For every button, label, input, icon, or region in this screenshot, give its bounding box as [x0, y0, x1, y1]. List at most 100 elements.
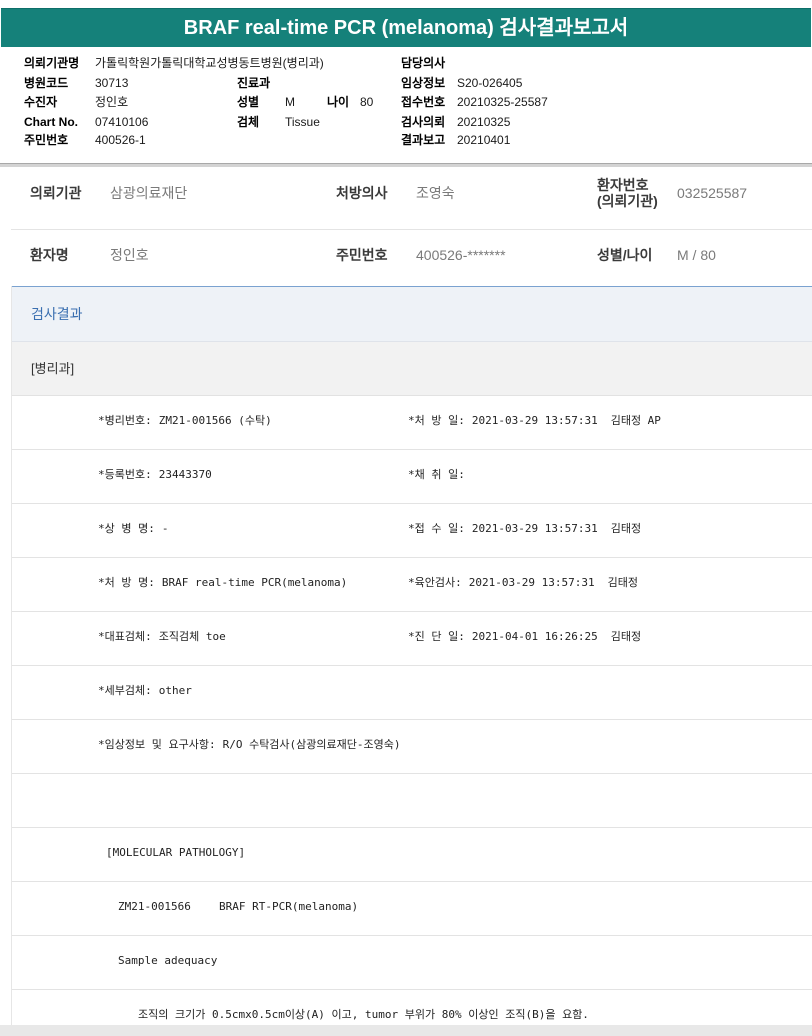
sex-label: 성별: [237, 95, 260, 109]
detail-left: *처 방 명: BRAF real-time PCR(melanoma): [98, 558, 347, 608]
detail-staff: 김태정: [607, 576, 638, 589]
detail-row: *상 병 명: - *접 수 일: 2021-03-29 13:57:31 김태정: [12, 504, 812, 558]
detail-left: *병리번호: ZM21-001566 (수탁): [98, 396, 272, 446]
detail-label: *접 수 일:: [408, 522, 465, 535]
detail-label: *대표검체:: [98, 630, 152, 643]
detail-left: *세부검체: other: [98, 666, 192, 716]
horizontal-scrollbar[interactable]: [0, 1025, 812, 1036]
department-label: 진료과: [237, 76, 271, 90]
patient-number-label: 환자번호: [597, 177, 649, 193]
detail-label: *진 단 일:: [408, 630, 465, 643]
clinical-info-label: 임상정보: [401, 76, 446, 90]
detail-value: R/O 수탁검사(삼광의료재단-조영숙): [222, 738, 401, 751]
request-date-label: 검사의뢰: [401, 115, 446, 129]
detail-value: 2021-03-29 13:57:31: [471, 414, 598, 427]
detail-value: 2021-04-01 16:26:25: [471, 630, 598, 643]
hospital-code-label: 병원코드: [24, 76, 69, 90]
detail-value: BRAF real-time PCR(melanoma): [161, 576, 348, 589]
detail-right: *육안검사: 2021-03-29 13:57:31 김태정: [408, 558, 638, 608]
department-tag: [병리과]: [31, 361, 75, 376]
resident-number-value: 400526-1: [95, 133, 146, 147]
detail-left: *상 병 명: -: [98, 504, 168, 554]
clinical-info-value: S20-026405: [457, 76, 523, 90]
detail-value: other: [158, 684, 192, 697]
detail-value: ZM21-001566 (수탁): [158, 414, 272, 427]
report-header: BRAF real-time PCR (melanoma) 검사결과보고서: [1, 8, 811, 47]
report-info-block: 의뢰기관명 가톨릭학원가톨릭대학교성병동트병원(병리과) 담당의사 병원코드 3…: [0, 50, 812, 163]
detail-value: 2021-03-29 13:57:31: [471, 522, 598, 535]
sex-age-value: M / 80: [677, 247, 716, 263]
receipt-number-label: 접수번호: [401, 95, 446, 109]
report-date-value: 20210401: [457, 133, 511, 147]
attending-doctor-label: 담당의사: [401, 56, 446, 70]
detail-right: *채 취 일:: [408, 450, 465, 500]
patient-label: 수진자: [24, 95, 58, 109]
institution-value: 가톨릭학원가톨릭대학교성병동트병원(병리과): [95, 56, 324, 70]
adequacy-title-row: Sample adequacy: [12, 936, 812, 990]
patient-number-value: 032525587: [677, 185, 748, 201]
blank-row: [12, 774, 812, 828]
detail-left: *대표검체: 조직검체 toe: [98, 612, 226, 662]
specimen-value: Tissue: [285, 115, 320, 129]
detail-left: *임상정보 및 요구사항: R/O 수탁검사(삼광의료재단-조영숙): [98, 720, 401, 770]
report-title: BRAF real-time PCR (melanoma) 검사결과보고서: [183, 17, 629, 39]
detail-value: -: [161, 522, 169, 535]
detail-row: *병리번호: ZM21-001566 (수탁) *처 방 일: 2021-03-29…: [12, 396, 812, 450]
age-label: 나이: [327, 95, 350, 109]
molecular-heading: [MOLECULAR PATHOLOGY]: [106, 846, 246, 859]
resident-number-label: 주민번호: [336, 247, 388, 263]
resident-number-value: 400526-*******: [416, 247, 506, 263]
patient-value: 정인호: [95, 95, 129, 109]
detail-label: *등록번호:: [98, 468, 152, 481]
adequacy-note-row: 조직의 크기가 0.5cmx0.5cm이상(A) 이고, tumor 부위가 8…: [12, 990, 812, 1025]
detail-right: *접 수 일: 2021-03-29 13:57:31 김태정: [408, 504, 641, 554]
results-title: 검사결과: [31, 306, 83, 322]
prescriber-label: 처방의사: [336, 185, 388, 201]
chart-number-value: 07410106: [95, 115, 149, 129]
specimen-label: 검체: [237, 115, 260, 129]
detail-row: *세부검체: other: [12, 666, 812, 720]
molecular-case-number: ZM21-001566: [118, 900, 191, 913]
detail-row: *임상정보 및 요구사항: R/O 수탁검사(삼광의료재단-조영숙): [12, 720, 812, 774]
detail-value: 2021-03-29 13:57:31: [468, 576, 595, 589]
detail-label: *육안검사:: [408, 576, 462, 589]
patient-panel-divider: [11, 229, 812, 230]
detail-label: *세부검체:: [98, 684, 152, 697]
adequacy-title: Sample adequacy: [118, 954, 218, 967]
detail-staff: 김태정 AP: [610, 414, 661, 427]
detail-label: *병리번호:: [98, 414, 152, 427]
sex-age-label: 성별/나이: [597, 247, 653, 263]
requesting-org-value: 삼광의료재단: [110, 185, 188, 201]
detail-label: *상 병 명:: [98, 522, 155, 535]
detail-row: *대표검체: 조직검체 toe *진 단 일: 2021-04-01 16:26:2…: [12, 612, 812, 666]
detail-label: *임상정보 및 요구사항:: [98, 738, 216, 751]
molecular-heading-row: [MOLECULAR PATHOLOGY]: [12, 828, 812, 882]
detail-left: *등록번호: 23443370: [98, 450, 212, 500]
request-date-value: 20210325: [457, 115, 511, 129]
adequacy-note: 조직의 크기가 0.5cmx0.5cm이상(A) 이고, tumor 부위가 8…: [138, 1008, 589, 1021]
chart-number-label: Chart No.: [24, 115, 78, 129]
molecular-test-name: BRAF RT-PCR(melanoma): [219, 900, 359, 913]
hospital-code-value: 30713: [95, 76, 129, 90]
detail-label: *처 방 일:: [408, 414, 465, 427]
resident-number-label: 주민번호: [24, 133, 69, 147]
age-value: 80: [360, 95, 374, 109]
patient-number-label-sub: (의뢰기관): [597, 193, 658, 209]
section-divider: [0, 163, 812, 167]
patient-name-value: 정인호: [110, 247, 149, 263]
detail-right: *처 방 일: 2021-03-29 13:57:31 김태정 AP: [408, 396, 661, 446]
detail-value: 조직검체 toe: [158, 630, 226, 643]
detail-staff: 김태정: [610, 522, 642, 535]
prescriber-value: 조영숙: [416, 185, 455, 201]
molecular-case-row: ZM21-001566 BRAF RT-PCR(melanoma): [12, 882, 812, 936]
receipt-number-value: 20210325-25587: [457, 95, 548, 109]
institution-label: 의뢰기관명: [24, 56, 80, 70]
patient-name-label: 환자명: [30, 247, 69, 263]
requesting-org-label: 의뢰기관: [30, 185, 82, 201]
detail-label: *채 취 일:: [408, 468, 465, 481]
detail-label: *처 방 명:: [98, 576, 155, 589]
detail-row: *등록번호: 23443370 *채 취 일:: [12, 450, 812, 504]
detail-value: 23443370: [158, 468, 212, 481]
sex-value: M: [285, 95, 295, 109]
detail-right: *진 단 일: 2021-04-01 16:26:25 김태정: [408, 612, 641, 662]
